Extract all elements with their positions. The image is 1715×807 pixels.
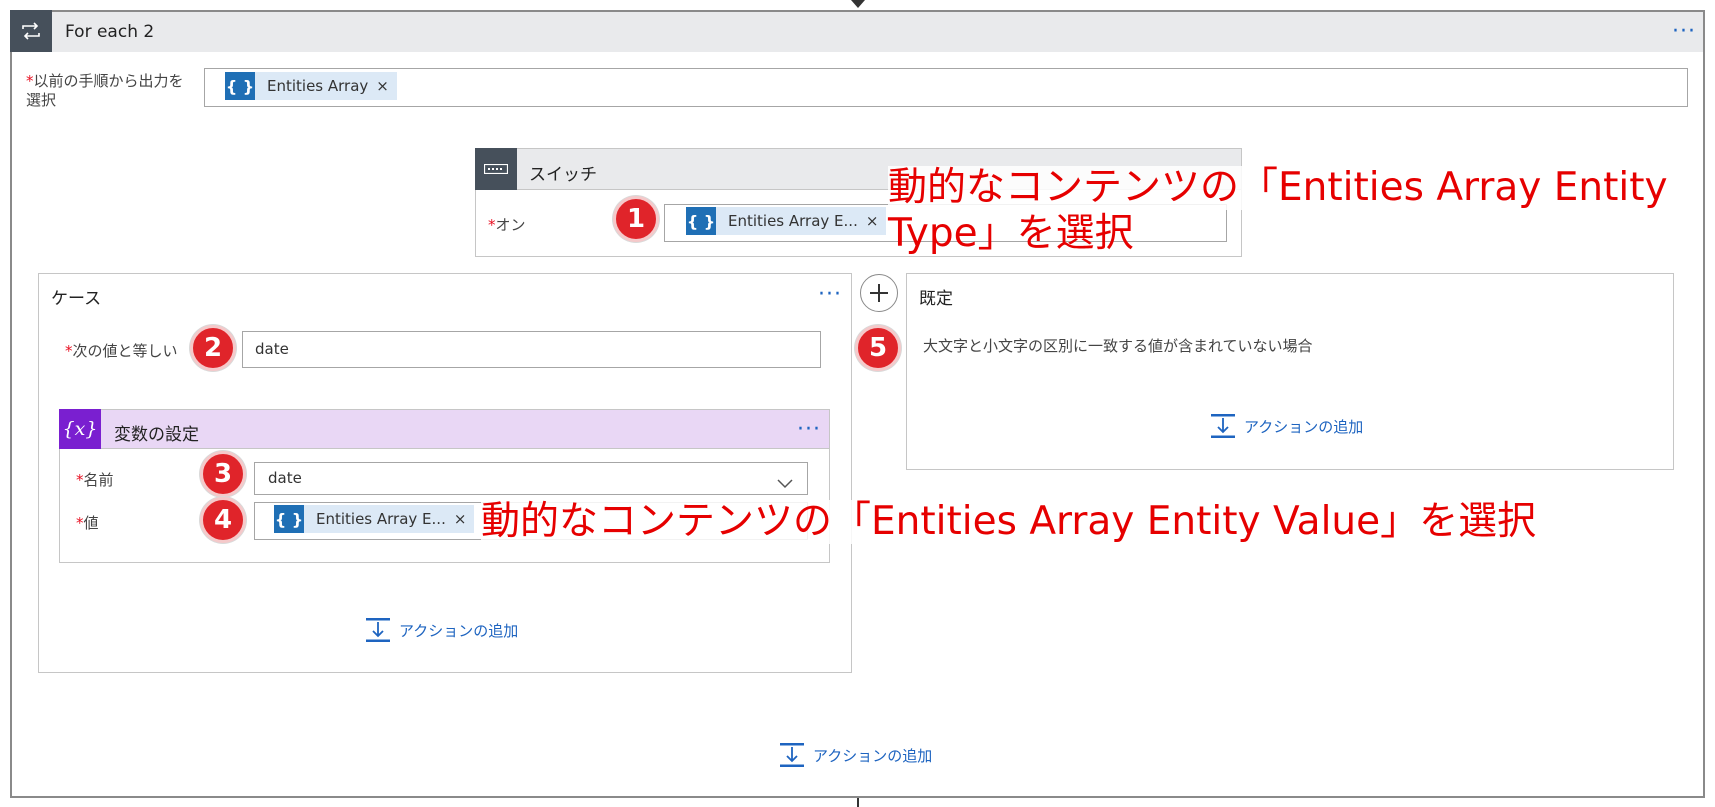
step-badge-3: 3 — [200, 451, 246, 497]
variable-value-label-text: 値 — [83, 514, 99, 532]
remove-token-icon[interactable]: × — [864, 212, 887, 230]
annotation-entity-type-line1: 動的なコンテンツの「Entities Array Entity — [888, 165, 1668, 210]
default-add-action-label: アクションの追加 — [1244, 417, 1364, 436]
default-card — [906, 273, 1674, 470]
dynamic-content-icon: { } — [225, 72, 255, 100]
required-marker: * — [65, 342, 73, 360]
token-label: Entities Array E... — [316, 510, 446, 528]
default-description: 大文字と小文字の区別に一致する値が含まれていない場合 — [923, 337, 1313, 355]
case-add-action-button[interactable]: アクションの追加 — [365, 617, 518, 643]
foreach-title: For each 2 — [65, 22, 155, 42]
annotation-entity-type-line2: Type」を選択 — [888, 211, 1134, 256]
add-action-icon — [780, 743, 804, 767]
set-variable-more-button[interactable]: ··· — [797, 419, 821, 441]
switch-title: スイッチ — [529, 165, 597, 185]
add-action-icon — [1211, 414, 1235, 438]
chevron-down-icon[interactable] — [777, 474, 793, 493]
case-more-button[interactable]: ··· — [818, 284, 842, 306]
dynamic-content-icon: { } — [274, 505, 304, 533]
add-case-button[interactable] — [860, 274, 898, 312]
top-connector-arrow — [851, 0, 865, 8]
switch-on-label: *オン — [488, 214, 526, 235]
entity-value-token[interactable]: { } Entities Array E... × — [274, 505, 475, 533]
step-badge-2: 2 — [190, 325, 236, 371]
variable-icon: {x} — [59, 409, 101, 449]
required-marker: * — [488, 216, 496, 234]
equals-input[interactable]: date — [242, 331, 821, 368]
step-badge-1: 1 — [613, 196, 659, 242]
foreach-add-action-label: アクションの追加 — [813, 746, 933, 765]
required-marker: * — [76, 514, 84, 532]
foreach-add-action-button[interactable]: アクションの追加 — [779, 742, 932, 768]
switch-on-label-text: オン — [495, 216, 526, 234]
loop-icon — [10, 10, 52, 52]
remove-token-icon[interactable]: × — [452, 510, 475, 528]
entities-array-token[interactable]: { } Entities Array × — [225, 72, 397, 100]
variable-name-select[interactable]: date — [254, 462, 808, 495]
entity-type-token[interactable]: { } Entities Array E... × — [686, 207, 887, 235]
add-action-icon — [366, 618, 390, 642]
case-add-action-label: アクションの追加 — [399, 621, 519, 640]
variable-name-label: *名前 — [76, 469, 114, 490]
foreach-header[interactable] — [10, 10, 1705, 52]
step-badge-5: 5 — [855, 325, 901, 371]
variable-value-label: *値 — [76, 512, 99, 533]
token-label: Entities Array — [267, 77, 369, 95]
equals-label: *次の値と等しい — [65, 340, 178, 361]
foreach-more-button[interactable]: ··· — [1672, 21, 1696, 43]
switch-icon — [475, 148, 517, 190]
token-label: Entities Array E... — [728, 212, 858, 230]
annotation-entity-value: 動的なコンテンツの「Entities Array Entity Value」を選… — [481, 499, 1537, 544]
dynamic-content-icon: { } — [686, 207, 716, 235]
variable-name-label-text: 名前 — [83, 471, 114, 489]
case-title: ケース — [51, 289, 102, 309]
set-variable-title: 変数の設定 — [114, 425, 199, 445]
variable-name-value: date — [268, 469, 302, 487]
default-add-action-button[interactable]: アクションの追加 — [1210, 413, 1363, 439]
select-output-label-text: 以前の手順から出力を選択 — [26, 72, 184, 109]
select-output-label: *以前の手順から出力を選択 — [26, 72, 196, 110]
equals-value: date — [255, 340, 289, 358]
default-title: 既定 — [919, 289, 953, 309]
remove-token-icon[interactable]: × — [374, 77, 397, 95]
equals-label-text: 次の値と等しい — [72, 342, 178, 360]
step-badge-4: 4 — [200, 497, 246, 543]
select-output-field[interactable] — [204, 68, 1688, 107]
plus-icon — [870, 284, 888, 302]
required-marker: * — [26, 72, 34, 90]
required-marker: * — [76, 471, 84, 489]
